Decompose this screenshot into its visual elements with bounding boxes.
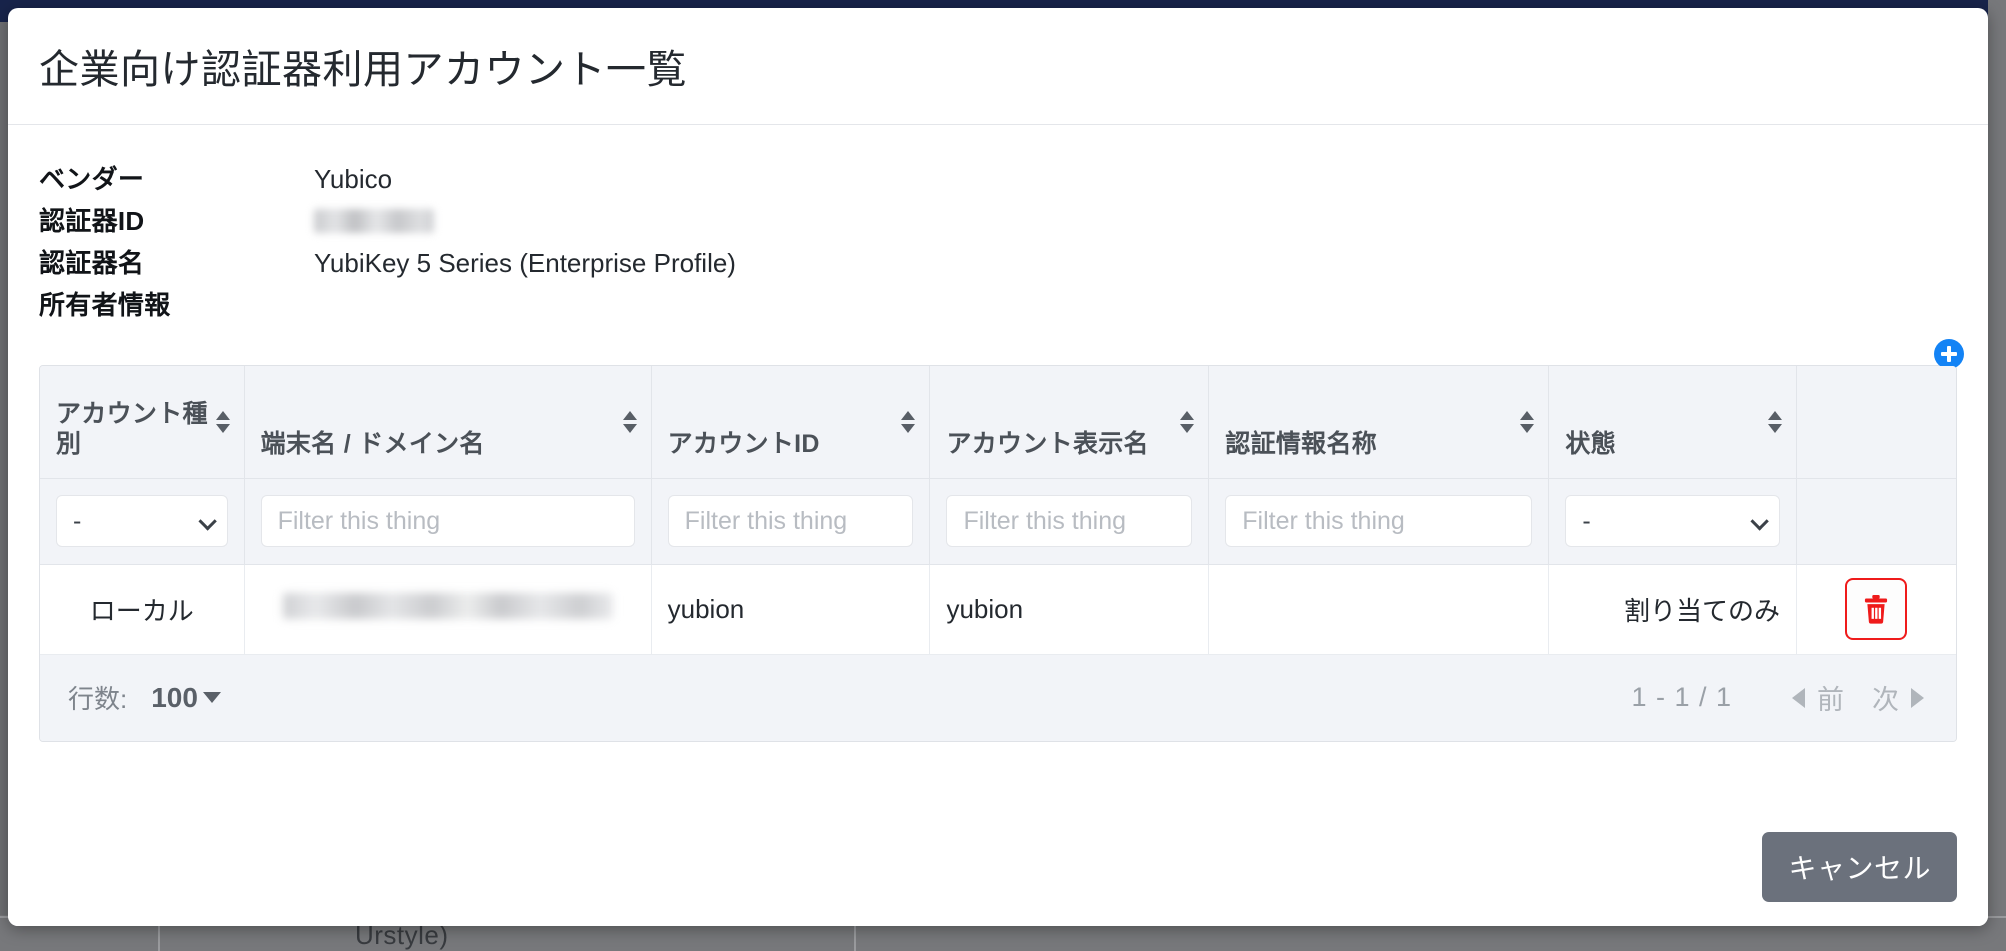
sort-icon-display-name[interactable] <box>1180 407 1195 437</box>
status-filter-select[interactable] <box>1565 495 1780 547</box>
dialog-title-bar: 企業向け認証器利用アカウント一覧 <box>8 8 1988 125</box>
column-label-account-id: アカウントID <box>667 430 820 458</box>
add-account-button[interactable] <box>1934 339 1964 369</box>
info-value-authenticator-id <box>314 206 434 237</box>
pagination-controls: 前 次 <box>1784 674 1932 721</box>
display-name-filter-input[interactable] <box>946 495 1193 547</box>
dialog-footer: キャンセル <box>8 808 1988 926</box>
info-label-authenticator-name: 認証器名 <box>39 248 145 278</box>
table-pagination-footer: 行数: 100 1 - 1 / 1 前 次 <box>40 654 1956 741</box>
redacted-authenticator-id <box>314 209 434 233</box>
accounts-table: アカウント種別 端末名 / ドメイン名 アカウントID アカウント表示名 認証情… <box>39 365 1957 742</box>
account-type-filter-wrap <box>56 495 228 547</box>
next-page-button[interactable]: 次 <box>1864 674 1932 721</box>
dialog-body: ベンダー Yubico 認証器ID 認証器名 YubiKey 5 Series … <box>8 125 1988 742</box>
cell-credential-name <box>1208 564 1550 655</box>
column-header-account-type[interactable]: アカウント種別 <box>40 366 245 479</box>
account-id-filter-input[interactable] <box>667 495 914 547</box>
caret-down-icon <box>202 692 221 703</box>
account-list-dialog: 企業向け認証器利用アカウント一覧 ベンダー Yubico 認証器ID 認証器名 … <box>8 8 1988 926</box>
previous-page-button[interactable]: 前 <box>1784 674 1852 721</box>
table-row[interactable]: ローカル yubion yubion 割り当てのみ <box>40 564 1956 655</box>
sort-icon-account-id[interactable] <box>901 407 916 437</box>
status-filter-wrap <box>1565 495 1780 547</box>
sort-icon-device-name[interactable] <box>622 407 637 437</box>
table-filter-row <box>40 478 1956 565</box>
filter-cell-device-name <box>244 478 652 565</box>
filter-cell-status <box>1548 478 1797 565</box>
column-header-device-name[interactable]: 端末名 / ドメイン名 <box>244 366 652 479</box>
background-right-strip <box>1988 0 2006 951</box>
info-value-authenticator-name: YubiKey 5 Series (Enterprise Profile) <box>314 248 736 278</box>
info-label-authenticator-id: 認証器ID <box>39 206 145 236</box>
filter-cell-display-name <box>929 478 1210 565</box>
sort-icon-account-type[interactable] <box>215 407 230 437</box>
column-header-credential-name[interactable]: 認証情報名称 <box>1208 366 1550 479</box>
column-header-actions <box>1796 366 1956 479</box>
column-label-device-name: 端末名 / ドメイン名 <box>260 430 485 458</box>
device-name-filter-input[interactable] <box>260 495 635 547</box>
chevron-left-icon <box>1792 687 1805 708</box>
column-label-actions <box>1813 460 1940 478</box>
add-account-button-wrap <box>1934 339 1964 369</box>
column-header-account-id[interactable]: アカウントID <box>651 366 931 479</box>
column-header-status[interactable]: 状態 <box>1548 366 1797 479</box>
column-label-account-type: アカウント種別 <box>56 399 208 459</box>
filter-cell-actions <box>1796 478 1956 565</box>
cell-actions <box>1796 564 1956 655</box>
account-type-filter-select[interactable] <box>56 495 228 547</box>
sort-icon-credential-name[interactable] <box>1520 407 1535 437</box>
sort-icon-status[interactable] <box>1767 407 1782 437</box>
next-page-label: 次 <box>1872 685 1899 715</box>
chevron-right-icon <box>1911 687 1924 708</box>
info-value-vendor: Yubico <box>314 164 393 194</box>
cell-account-id: yubion <box>651 564 931 655</box>
info-row-authenticator-id: 認証器ID <box>39 201 1957 243</box>
filter-cell-credential-name <box>1208 478 1550 565</box>
trash-icon <box>1865 594 1888 624</box>
cell-device-name <box>244 564 652 655</box>
pagination-range: 1 - 1 / 1 <box>1631 682 1732 712</box>
redacted-device-name <box>282 592 613 619</box>
column-label-status: 状態 <box>1565 430 1617 458</box>
cancel-button[interactable]: キャンセル <box>1762 832 1957 902</box>
authenticator-info: ベンダー Yubico 認証器ID 認証器名 YubiKey 5 Series … <box>39 159 1957 327</box>
page-title: 企業向け認証器利用アカウント一覧 <box>39 48 687 92</box>
filter-cell-account-type <box>40 478 245 565</box>
cell-display-name: yubion <box>929 564 1210 655</box>
filter-cell-account-id <box>651 478 931 565</box>
info-label-vendor: ベンダー <box>39 164 145 194</box>
rows-per-page-value: 100 <box>151 681 198 713</box>
cell-account-type: ローカル <box>40 564 245 655</box>
info-row-owner: 所有者情報 <box>39 285 1957 327</box>
delete-row-button[interactable] <box>1845 578 1908 640</box>
cell-status: 割り当てのみ <box>1548 564 1797 655</box>
info-label-owner: 所有者情報 <box>39 290 171 320</box>
info-row-authenticator-name: 認証器名 YubiKey 5 Series (Enterprise Profil… <box>39 243 1957 285</box>
info-row-vendor: ベンダー Yubico <box>39 159 1957 201</box>
credential-name-filter-input[interactable] <box>1225 495 1533 547</box>
previous-page-label: 前 <box>1817 685 1844 715</box>
column-label-display-name: アカウント表示名 <box>946 430 1149 458</box>
rows-per-page-selector[interactable]: 100 <box>151 682 221 714</box>
column-header-display-name[interactable]: アカウント表示名 <box>929 366 1210 479</box>
column-label-credential-name: 認証情報名称 <box>1225 430 1378 458</box>
rows-per-page-label: 行数: <box>68 684 128 714</box>
table-header-row: アカウント種別 端末名 / ドメイン名 アカウントID アカウント表示名 認証情… <box>40 366 1956 479</box>
